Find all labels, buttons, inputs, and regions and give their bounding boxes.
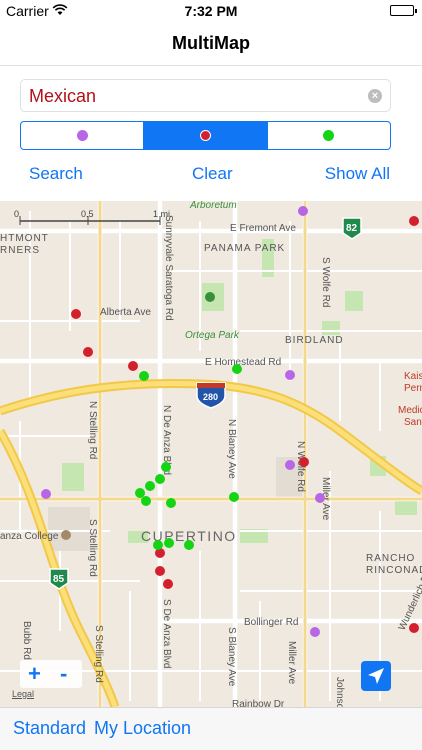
label-kais: Kais bbox=[404, 371, 422, 382]
red-dot-icon bbox=[199, 130, 211, 141]
red-marker[interactable] bbox=[299, 457, 309, 467]
label-alberta: Alberta Ave bbox=[100, 307, 151, 318]
show-all-button[interactable]: Show All bbox=[325, 164, 390, 184]
label-sdeanza: S De Anza Blvd bbox=[161, 599, 172, 668]
zoom-in-button[interactable]: + bbox=[28, 661, 41, 687]
green-marker[interactable] bbox=[155, 474, 165, 484]
green-marker[interactable] bbox=[166, 498, 176, 508]
status-time: 7:32 PM bbox=[184, 3, 238, 19]
label-sblaney: S Blaney Ave bbox=[226, 627, 237, 687]
label-miller2: Miller Ave bbox=[286, 641, 297, 685]
red-marker[interactable] bbox=[409, 623, 419, 633]
label-birdland: BIRDLAND bbox=[285, 335, 344, 346]
park-tree-icon bbox=[205, 292, 215, 302]
red-marker[interactable] bbox=[163, 579, 173, 589]
label-santa: Santa bbox=[404, 417, 422, 428]
scale-label-mid: 0.5 bbox=[81, 209, 94, 219]
map-scale: 0 0.5 1 mi bbox=[14, 209, 170, 225]
search-input-value[interactable]: Mexican bbox=[29, 86, 96, 107]
map-view[interactable]: 0 0.5 1 mi Arboretum E Fremont Ave HTMON… bbox=[0, 201, 422, 707]
green-marker[interactable] bbox=[161, 462, 171, 472]
label-medical: Medical bbox=[398, 405, 422, 416]
label-mont: HTMONT bbox=[0, 233, 49, 244]
svg-text:82: 82 bbox=[346, 223, 358, 234]
segment-red[interactable] bbox=[144, 122, 268, 149]
red-marker[interactable] bbox=[409, 216, 419, 226]
segment-green[interactable] bbox=[268, 122, 390, 149]
label-saratoga: Sunnyvale Saratoga Rd bbox=[163, 215, 174, 321]
zoom-out-button[interactable]: - bbox=[60, 661, 67, 687]
label-homestead: E Homestead Rd bbox=[205, 357, 281, 368]
college-icon bbox=[61, 530, 71, 540]
label-rinconada: RINCONADA bbox=[366, 565, 422, 576]
segment-purple[interactable] bbox=[21, 122, 145, 149]
clear-button[interactable]: Clear bbox=[192, 164, 233, 184]
search-input[interactable]: Mexican × bbox=[20, 79, 391, 112]
status-bar: Carrier 7:32 PM bbox=[0, 0, 422, 22]
label-panama: PANAMA PARK bbox=[204, 243, 285, 254]
svg-text:280: 280 bbox=[203, 392, 218, 402]
label-johnson: Johnson Ave bbox=[334, 677, 345, 707]
red-marker[interactable] bbox=[128, 361, 138, 371]
battery-icon bbox=[390, 5, 417, 16]
zoom-control: + - bbox=[20, 660, 82, 688]
green-marker[interactable] bbox=[184, 540, 194, 550]
legal-link[interactable]: Legal bbox=[12, 689, 34, 699]
green-marker[interactable] bbox=[153, 540, 163, 550]
college-campus bbox=[48, 507, 90, 551]
label-anza: anza College bbox=[0, 531, 59, 542]
label-wolfe-s: S Wolfe Rd bbox=[320, 257, 331, 307]
green-marker[interactable] bbox=[139, 371, 149, 381]
label-arboretum: Arboretum bbox=[189, 201, 237, 211]
label-sstelling: S Stelling Rd bbox=[87, 519, 98, 577]
red-marker[interactable] bbox=[71, 309, 81, 319]
purple-marker[interactable] bbox=[41, 489, 51, 499]
green-dot-icon bbox=[323, 130, 335, 141]
label-rners: RNERS bbox=[0, 245, 40, 256]
navigation-bar: MultiMap bbox=[0, 22, 422, 66]
purple-marker[interactable] bbox=[285, 460, 295, 470]
page-title: MultiMap bbox=[172, 33, 250, 53]
purple-marker[interactable] bbox=[310, 627, 320, 637]
location-arrow-button[interactable] bbox=[361, 661, 391, 691]
scale-label-0: 0 bbox=[14, 209, 19, 219]
purple-marker[interactable] bbox=[315, 493, 325, 503]
my-location-button[interactable]: My Location bbox=[94, 718, 191, 739]
map-labels: Arboretum E Fremont Ave HTMONT RNERS PAN… bbox=[0, 201, 422, 707]
purple-marker[interactable] bbox=[298, 206, 308, 216]
clear-text-icon[interactable]: × bbox=[368, 89, 382, 103]
green-marker[interactable] bbox=[135, 488, 145, 498]
label-rancho: RANCHO bbox=[366, 553, 415, 564]
red-marker[interactable] bbox=[155, 566, 165, 576]
green-marker[interactable] bbox=[141, 496, 151, 506]
standard-map-button[interactable]: Standard bbox=[13, 718, 86, 739]
label-nstelling: N Stelling Rd bbox=[87, 401, 98, 459]
arterial-streets bbox=[0, 201, 422, 707]
yellow-arterials bbox=[0, 201, 422, 707]
label-fremont: E Fremont Ave bbox=[230, 223, 296, 234]
bottom-toolbar: Standard My Location bbox=[0, 707, 422, 750]
category-segmented-control[interactable] bbox=[20, 121, 391, 150]
label-rainbow: Rainbow Dr bbox=[232, 699, 285, 707]
label-bubb: Bubb Rd bbox=[21, 621, 32, 660]
label-nblaney: N Blaney Ave bbox=[226, 419, 237, 479]
map-canvas[interactable]: 0 0.5 1 mi Arboretum E Fremont Ave HTMON… bbox=[0, 201, 422, 707]
svg-text:85: 85 bbox=[53, 574, 65, 585]
green-marker[interactable] bbox=[229, 492, 239, 502]
green-marker[interactable] bbox=[232, 364, 242, 374]
red-marker[interactable] bbox=[83, 347, 93, 357]
label-ortega: Ortega Park bbox=[185, 330, 240, 341]
label-perm: Perm bbox=[404, 383, 422, 394]
location-arrow-icon bbox=[368, 668, 384, 684]
purple-dot-icon bbox=[76, 130, 88, 141]
green-marker[interactable] bbox=[164, 538, 174, 548]
purple-marker[interactable] bbox=[285, 370, 295, 380]
label-bollinger: Bollinger Rd bbox=[244, 617, 298, 628]
green-marker[interactable] bbox=[145, 481, 155, 491]
interstate-280-shield: 280 bbox=[196, 382, 226, 409]
label-sstelling2: S Stelling Rd bbox=[93, 625, 104, 683]
search-button[interactable]: Search bbox=[29, 164, 83, 184]
highway-82-shield: 82 bbox=[342, 217, 362, 240]
